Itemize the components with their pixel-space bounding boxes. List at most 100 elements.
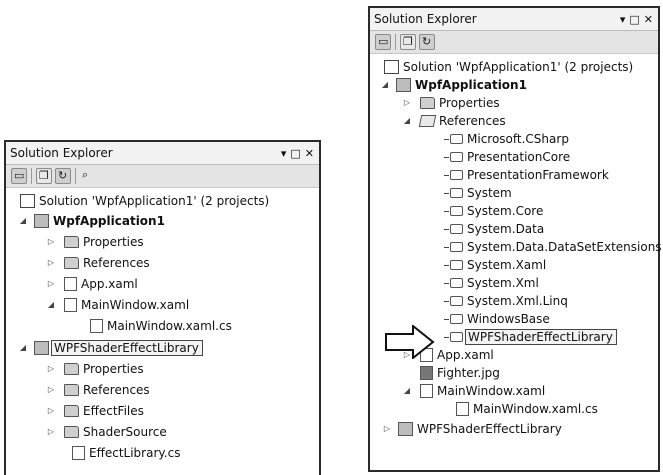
maximize-icon[interactable]: □ (290, 148, 300, 159)
tree-item-label: ShaderSource (83, 425, 167, 439)
collapsed-icon[interactable]: ▷ (46, 385, 56, 395)
collapsed-icon[interactable]: ▷ (46, 406, 56, 416)
references-folder-icon (64, 257, 79, 269)
csharp-project-icon (398, 422, 413, 436)
expanded-icon[interactable]: ◢ (46, 300, 56, 310)
tree-item-label: App.xaml (81, 277, 138, 291)
reference-icon (450, 242, 463, 252)
collapsed-icon[interactable]: ▷ (46, 427, 56, 437)
tree-item-reference-selected[interactable]: WPFShaderEffectLibrary (444, 328, 617, 346)
tree-item-folder[interactable]: ▷ Properties (48, 233, 144, 251)
expanded-icon[interactable]: ◢ (18, 216, 28, 226)
close-icon[interactable]: ✕ (305, 148, 314, 159)
tree-item-label: References (83, 256, 150, 270)
collapsed-icon[interactable]: ▷ (46, 237, 56, 247)
tree-item-file[interactable]: Fighter.jpg (420, 364, 500, 382)
tree-item-reference[interactable]: Microsoft.CSharp (444, 130, 569, 148)
tree-item-label: WpfApplication1 (415, 78, 527, 92)
tree-item-reference[interactable]: System.Data (444, 220, 544, 238)
xaml-file-icon (420, 384, 433, 398)
collapsed-icon[interactable]: ▷ (46, 364, 56, 374)
tree-item-project[interactable]: ◢ WpfApplication1 (382, 76, 527, 94)
csharp-project-icon (34, 214, 49, 228)
tree-item-label: EffectLibrary.cs (89, 446, 181, 460)
tree-item-label: MainWindow.xaml (437, 384, 546, 398)
collapsed-icon[interactable]: ▷ (46, 258, 56, 268)
tree-item-solution[interactable]: Solution 'WpfApplication1' (2 projects) (384, 58, 633, 76)
tree-item-reference[interactable]: System.Xml.Linq (444, 292, 568, 310)
expanded-icon[interactable]: ◢ (402, 116, 412, 126)
tree-item-label: WPFShaderEffectLibrary (417, 422, 562, 436)
tree-item-folder[interactable]: ▷ EffectFiles (48, 402, 144, 420)
properties-icon[interactable]: ▭ (11, 168, 27, 184)
tree-item-project[interactable]: ◢ WpfApplication1 (20, 212, 165, 230)
tree-item-project[interactable]: ◢ WPFShaderEffectLibrary (20, 339, 203, 357)
tree-item-folder[interactable]: ▷ Properties (404, 94, 500, 112)
maximize-icon[interactable]: □ (629, 14, 639, 25)
tree-item-file[interactable]: ◢ MainWindow.xaml (404, 382, 545, 400)
folder-icon (64, 405, 79, 417)
collapsed-icon[interactable]: ▷ (46, 279, 56, 289)
tree-item-reference[interactable]: System.Xml (444, 274, 539, 292)
show-all-files-icon[interactable]: ❐ (36, 168, 52, 184)
tree-item-project[interactable]: ▷ WPFShaderEffectLibrary (384, 420, 562, 438)
expanded-icon[interactable]: ◢ (18, 343, 28, 353)
tree-item-label: References (439, 114, 506, 128)
tree-item-label: WPFShaderEffectLibrary (465, 329, 617, 345)
window-controls: ▾ □ ✕ (620, 14, 653, 25)
reference-icon (450, 260, 463, 270)
dropdown-icon[interactable]: ▾ (620, 14, 626, 25)
toolbar-separator (75, 168, 76, 184)
tree-item-reference[interactable]: System.Data.DataSetExtensions (444, 238, 662, 256)
solution-icon (384, 60, 399, 74)
close-icon[interactable]: ✕ (644, 14, 653, 25)
expanded-icon[interactable]: ◢ (380, 80, 390, 90)
refresh-icon[interactable]: ↻ (55, 168, 71, 184)
tree-item-folder[interactable]: ▷ References (48, 254, 150, 272)
folder-icon (64, 426, 79, 438)
tree-item-reference[interactable]: PresentationFramework (444, 166, 609, 184)
xaml-file-icon (64, 298, 77, 312)
tree-item-label: Fighter.jpg (437, 366, 500, 380)
show-all-files-icon[interactable]: ❐ (400, 34, 416, 50)
tree-item-solution[interactable]: Solution 'WpfApplication1' (2 projects) (20, 192, 269, 210)
title-bar: Solution Explorer ▾ □ ✕ (6, 142, 319, 165)
tree-item-label: Properties (83, 362, 144, 376)
tree-item-folder[interactable]: ▷ Properties (48, 360, 144, 378)
tree-item-file[interactable]: MainWindow.xaml.cs (456, 400, 598, 418)
reference-icon (450, 278, 463, 288)
tree-line (444, 174, 449, 176)
tree-item-reference[interactable]: System.Xaml (444, 256, 546, 274)
properties-folder-icon (420, 97, 435, 109)
tree-item-folder[interactable]: ◢ References (404, 112, 506, 130)
refresh-icon[interactable]: ↻ (419, 34, 435, 50)
tree-item-reference[interactable]: System.Core (444, 202, 543, 220)
tree-item-file[interactable]: ◢ MainWindow.xaml (48, 296, 189, 314)
collapsed-icon[interactable]: ▷ (402, 98, 412, 108)
tree-line (444, 210, 449, 212)
tree-item-file[interactable]: MainWindow.xaml.cs (90, 317, 232, 335)
class-view-icon[interactable]: ⌕ (80, 168, 96, 184)
properties-folder-icon (64, 236, 79, 248)
dropdown-icon[interactable]: ▾ (281, 148, 287, 159)
tree-item-folder[interactable]: ▷ References (48, 381, 150, 399)
tree-item-label: Solution 'WpfApplication1' (2 projects) (39, 194, 270, 208)
tree-line (444, 228, 449, 230)
tree-item-label: App.xaml (437, 348, 494, 362)
reference-icon (450, 224, 463, 234)
tree-item-file[interactable]: ▷ App.xaml (48, 275, 138, 293)
tree-item-label: Microsoft.CSharp (467, 132, 569, 146)
reference-icon (450, 170, 463, 180)
properties-icon[interactable]: ▭ (375, 34, 391, 50)
tree-line (444, 246, 449, 248)
collapsed-icon[interactable]: ▷ (382, 424, 392, 434)
tree-item-label: System (467, 186, 512, 200)
tree-item-file[interactable]: EffectLibrary.cs (72, 444, 180, 462)
csharp-file-icon (456, 402, 469, 416)
tree-item-folder[interactable]: ▷ ShaderSource (48, 423, 167, 441)
expanded-icon[interactable]: ◢ (402, 386, 412, 396)
tree-item-reference[interactable]: System (444, 184, 512, 202)
tree-item-reference[interactable]: PresentationCore (444, 148, 570, 166)
tree-item-reference[interactable]: WindowsBase (444, 310, 550, 328)
toolbar-separator (395, 34, 396, 50)
